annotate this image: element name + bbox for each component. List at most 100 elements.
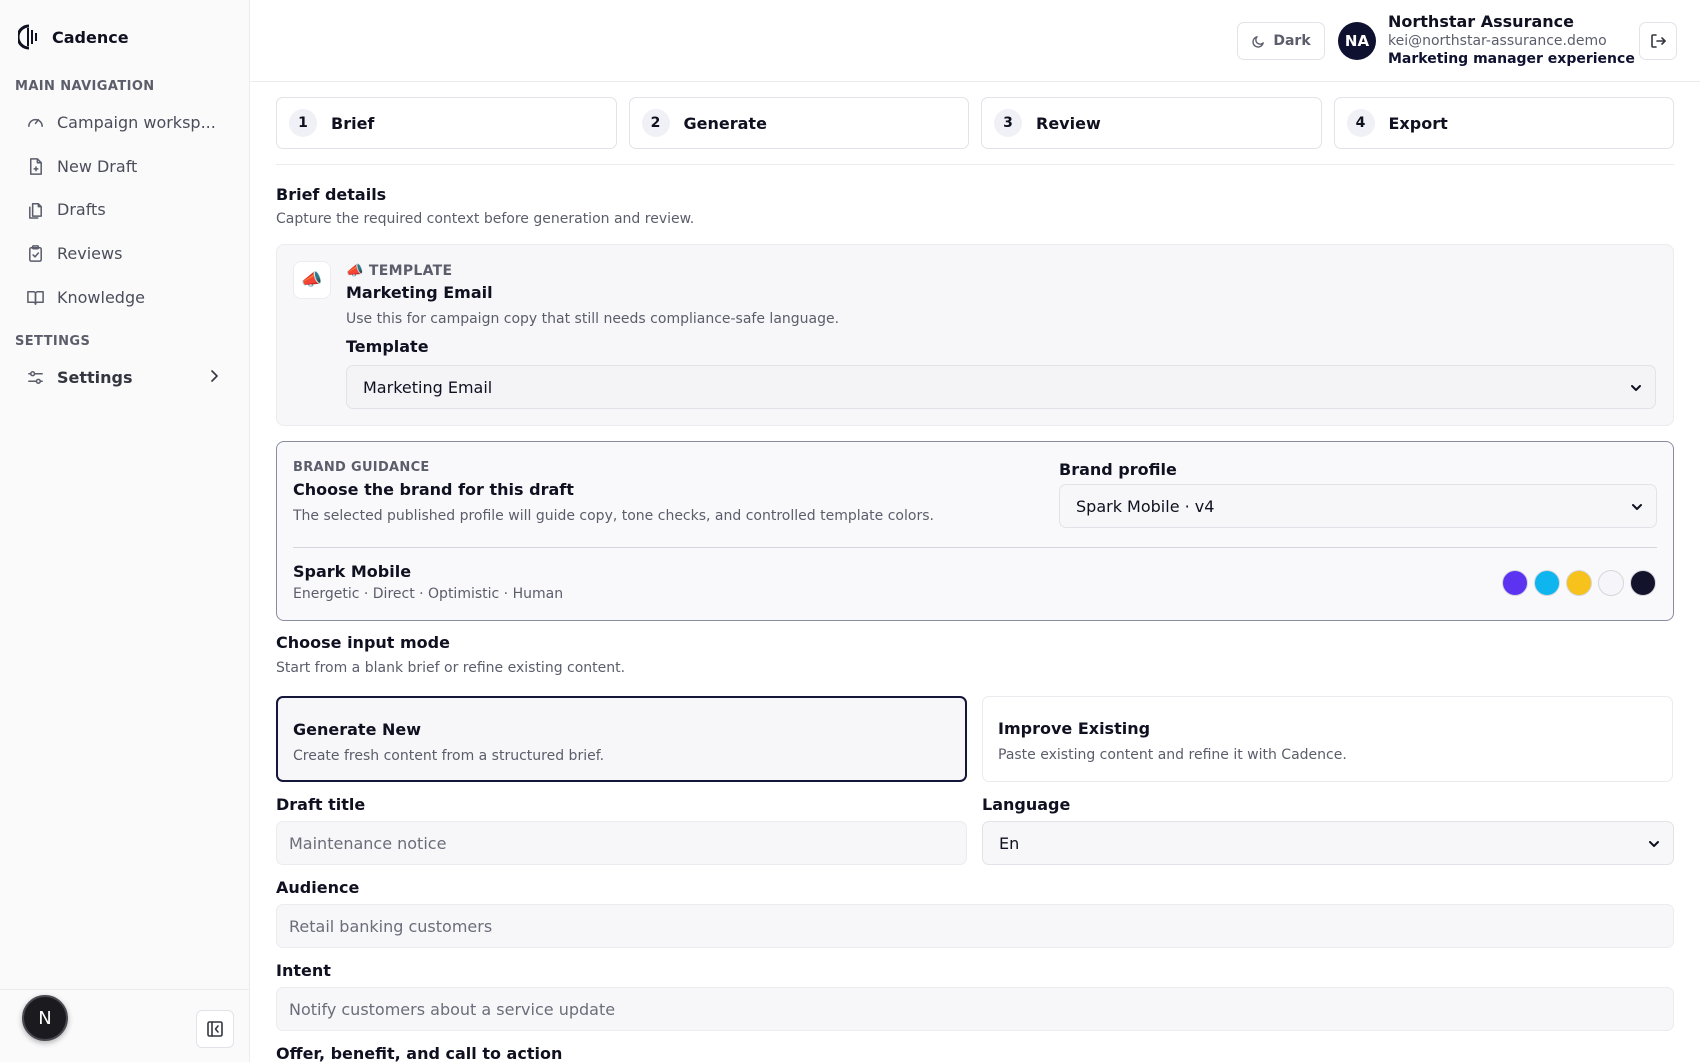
- step-label: Brief: [331, 113, 375, 133]
- collapse-sidebar-button[interactable]: [196, 1010, 234, 1048]
- mode-description: Create fresh content from a structured b…: [293, 748, 605, 764]
- template-select-value: Marketing Email: [363, 377, 493, 397]
- input-mode-subtitle: Start from a blank brief or refine exist…: [276, 660, 626, 676]
- step-number: 1: [289, 109, 317, 137]
- offer-benefit-cta-label: Offer, benefit, and call to action: [276, 1044, 563, 1062]
- sidebar-item-label: Drafts: [57, 199, 106, 219]
- chevron-down-icon: [1649, 841, 1659, 847]
- mode-title: Generate New: [293, 720, 422, 739]
- language-select-value: En: [999, 833, 1020, 853]
- main-navigation-heading: MAIN NAVIGATION: [15, 79, 155, 94]
- sidebar-item-label: Campaign worksp...: [57, 112, 216, 132]
- template-name: Marketing Email: [346, 283, 493, 302]
- theme-toggle-label: Dark: [1273, 33, 1311, 49]
- chevron-down-icon: [1632, 504, 1642, 510]
- settings-heading: SETTINGS: [15, 334, 91, 349]
- template-select[interactable]: Marketing Email: [346, 365, 1656, 409]
- mode-generate-new[interactable]: Generate New Create fresh content from a…: [276, 696, 967, 782]
- step-number: 4: [1346, 109, 1375, 137]
- app-name: Cadence: [52, 27, 129, 47]
- chevron-down-icon: [1631, 385, 1641, 391]
- sidebar-item-settings[interactable]: Settings: [26, 359, 226, 395]
- sidebar-item-knowledge[interactable]: Knowledge: [26, 279, 226, 315]
- wizard-steps: 1 Brief 2 Generate 3 Review 4 Export: [276, 97, 1674, 149]
- language-select[interactable]: En: [982, 821, 1674, 865]
- color-swatch: [1630, 570, 1656, 596]
- main-content: 1 Brief 2 Generate 3 Review 4 Export Bri…: [276, 82, 1674, 1062]
- book-open-icon: [27, 290, 44, 305]
- brand-profile-tone: Energetic · Direct · Optimistic · Human: [293, 586, 564, 602]
- intent-label: Intent: [276, 961, 331, 980]
- audience-label: Audience: [276, 878, 360, 897]
- sidebar: Cadence MAIN NAVIGATION Campaign worksp.…: [0, 0, 250, 1062]
- step-review[interactable]: 3 Review: [981, 97, 1322, 149]
- brand-profile-select-value: Spark Mobile · v4: [1076, 496, 1215, 516]
- theme-toggle-button[interactable]: Dark: [1237, 22, 1325, 60]
- draft-title-placeholder: Maintenance notice: [289, 833, 447, 853]
- color-swatch: [1534, 570, 1560, 596]
- sidebar-item-drafts[interactable]: Drafts: [26, 191, 226, 227]
- step-export[interactable]: 4 Export: [1333, 97, 1674, 149]
- user-avatar[interactable]: NA: [1338, 22, 1376, 60]
- color-swatch: [1502, 570, 1528, 596]
- sidebar-item-label: Settings: [57, 367, 133, 387]
- sidebar-collapse-icon: [207, 1021, 223, 1037]
- user-email: kei@northstar-assurance.demo: [1388, 33, 1607, 49]
- sidebar-item-label: New Draft: [57, 156, 138, 176]
- brand-guidance-divider: [293, 547, 1657, 548]
- brand-guidance-description: The selected published profile will guid…: [293, 508, 934, 524]
- template-card: 📣 📣 TEMPLATE Marketing Email Use this fo…: [276, 244, 1674, 426]
- user-role: Marketing manager experience: [1388, 51, 1635, 67]
- brief-details-title: Brief details: [276, 185, 387, 204]
- sliders-icon: [28, 370, 43, 384]
- audience-input[interactable]: Retail banking customers: [276, 904, 1674, 948]
- moon-icon: [1252, 35, 1265, 48]
- steps-divider: [276, 164, 1674, 165]
- language-label: Language: [982, 795, 1071, 814]
- brand-profile-name: Spark Mobile: [293, 562, 412, 581]
- step-generate[interactable]: 2 Generate: [628, 97, 969, 149]
- audience-placeholder: Retail banking customers: [289, 916, 493, 936]
- gauge-icon: [28, 118, 43, 127]
- template-description: Use this for campaign copy that still ne…: [346, 311, 840, 327]
- step-label: Review: [1036, 113, 1101, 133]
- file-plus-icon: [29, 157, 42, 175]
- draft-title-label: Draft title: [276, 795, 366, 814]
- draft-title-input[interactable]: Maintenance notice: [276, 821, 967, 865]
- top-header: Dark NA Northstar Assurance kei@northsta…: [250, 0, 1700, 82]
- sidebar-item-reviews[interactable]: Reviews: [26, 235, 226, 271]
- brand-guidance-title: Choose the brand for this draft: [293, 480, 574, 499]
- step-brief[interactable]: 1 Brief: [276, 97, 617, 149]
- brand-profile-select[interactable]: Spark Mobile · v4: [1059, 484, 1657, 528]
- brief-details-subtitle: Capture the required context before gene…: [276, 211, 695, 227]
- step-number: 3: [994, 109, 1022, 137]
- brand-guidance-card: BRAND GUIDANCE Choose the brand for this…: [276, 441, 1674, 621]
- sidebar-item-label: Reviews: [57, 243, 123, 263]
- files-icon: [29, 202, 42, 219]
- sidebar-item-label: Knowledge: [57, 287, 145, 307]
- mode-title: Improve Existing: [998, 719, 1151, 738]
- brand[interactable]: Cadence: [18, 24, 129, 50]
- intent-input[interactable]: Notify customers about a service update: [276, 987, 1674, 1031]
- logout-button[interactable]: [1639, 22, 1677, 60]
- step-label: Generate: [683, 113, 767, 133]
- sidebar-item-new-draft[interactable]: New Draft: [26, 148, 226, 184]
- step-label: Export: [1388, 113, 1448, 133]
- cadence-logo-icon: [18, 24, 37, 50]
- mode-improve-existing[interactable]: Improve Existing Paste existing content …: [982, 696, 1673, 782]
- template-eyebrow: 📣 TEMPLATE: [346, 263, 453, 279]
- user-organization: Northstar Assurance: [1388, 12, 1574, 31]
- chevron-right-icon: [211, 370, 218, 382]
- avatar[interactable]: N: [22, 995, 68, 1041]
- color-swatch: [1566, 570, 1592, 596]
- logout-icon: [1651, 34, 1666, 48]
- input-mode-title: Choose input mode: [276, 633, 450, 652]
- color-swatch: [1598, 570, 1624, 596]
- sidebar-item-campaign-workspace[interactable]: Campaign worksp...: [26, 104, 226, 140]
- brand-guidance-eyebrow: BRAND GUIDANCE: [293, 460, 430, 475]
- intent-placeholder: Notify customers about a service update: [289, 999, 616, 1019]
- brand-color-swatches: [1502, 570, 1656, 596]
- brand-profile-label: Brand profile: [1059, 460, 1177, 479]
- megaphone-icon: 📣: [293, 261, 331, 299]
- clipboard-check-icon: [29, 244, 42, 262]
